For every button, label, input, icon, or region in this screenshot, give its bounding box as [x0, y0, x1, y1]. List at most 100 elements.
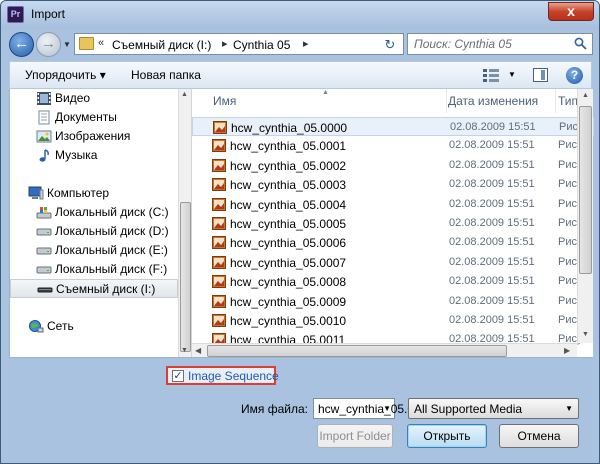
image-file-icon [212, 275, 226, 289]
sidebar-item-drive-c[interactable]: Локальный диск (C:) [10, 203, 178, 222]
filename-input[interactable]: hcw_cynthia_05.0000 ▼ [313, 398, 434, 419]
search-icon [574, 37, 587, 50]
file-list-horizontal-scrollbar[interactable]: ◀ ▶ [192, 343, 577, 357]
sidebar-item-label: Съемный диск (I:) [56, 282, 156, 296]
file-name: hcw_cynthia_05.0002 [230, 158, 347, 173]
sidebar-item-drive-i[interactable]: Съемный диск (I:) [10, 279, 178, 298]
scroll-up-arrow-icon[interactable]: ▲ [181, 91, 188, 98]
file-date: 02.08.2009 15:51 [449, 236, 535, 249]
file-row[interactable]: hcw_cynthia_05.0009 02.08.2009 15:51 Рису [192, 292, 594, 311]
sidebar-item-network[interactable]: Сеть [10, 317, 178, 336]
sidebar-item-drive-f[interactable]: Локальный диск (F:) [10, 260, 178, 279]
image-file-icon [212, 255, 226, 269]
file-row[interactable]: hcw_cynthia_05.0000 02.08.2009 15:51 Рису [192, 117, 594, 136]
file-row[interactable]: hcw_cynthia_05.0001 02.08.2009 15:51 Рису [192, 136, 594, 155]
file-row[interactable]: hcw_cynthia_05.0002 02.08.2009 15:51 Рису [192, 156, 594, 175]
breadcrumb-arrow-icon[interactable]: ▸ [303, 37, 309, 50]
breadcrumb-drive[interactable]: Съемный диск (I:) [112, 38, 211, 52]
search-placeholder: Поиск: Cynthia 05 [414, 37, 512, 51]
address-bar[interactable]: « Съемный диск (I:) ▸ Cynthia 05 ▸ ▼ [74, 33, 440, 55]
image-sequence-option[interactable]: ✓ Image Sequence [166, 366, 279, 385]
file-date: 02.08.2009 15:51 [449, 217, 535, 229]
scroll-left-arrow-icon[interactable]: ◀ [195, 346, 201, 355]
music-icon [39, 149, 49, 162]
open-button[interactable]: Открыть [407, 424, 487, 448]
file-row[interactable]: hcw_cynthia_05.0005 02.08.2009 15:51 Рису [192, 214, 594, 233]
title-bar[interactable]: Pr Import x [1, 1, 599, 29]
breadcrumb-folder[interactable]: Cynthia 05 [233, 38, 290, 52]
drive-icon [36, 247, 52, 255]
image-sequence-checkbox[interactable]: ✓ [172, 370, 184, 382]
system-drive-icon [36, 207, 52, 219]
sidebar-item-music[interactable]: Музыка [10, 146, 178, 165]
recent-locations-dropdown[interactable]: ▼ [63, 40, 71, 49]
close-button[interactable]: x [548, 2, 594, 21]
scroll-down-arrow-icon[interactable]: ▼ [582, 331, 589, 338]
forward-button[interactable]: → [36, 32, 61, 57]
window-title: Import [31, 7, 66, 21]
premiere-app-icon: Pr [7, 6, 24, 23]
image-file-icon [212, 314, 226, 327]
sidebar-item-label: Локальный диск (C:) [55, 205, 169, 219]
scroll-up-arrow-icon[interactable]: ▲ [582, 92, 589, 99]
navigation-pane-scrollbar[interactable]: ▲ ▼ [178, 89, 191, 357]
image-file-icon [212, 294, 226, 308]
view-dropdown-icon[interactable]: ▼ [508, 70, 516, 79]
sidebar-item-documents[interactable]: Документы [10, 108, 178, 127]
folder-icon [79, 37, 94, 50]
sidebar-item-computer[interactable]: Компьютер [10, 184, 178, 203]
sidebar-item-label: Видео [55, 91, 91, 105]
column-header-name[interactable]: Имя [213, 89, 447, 113]
cancel-button[interactable]: Отмена [499, 424, 579, 448]
organize-button[interactable]: Упорядочить ▾ [25, 68, 106, 82]
file-row[interactable]: hcw_cynthia_05.0008 02.08.2009 15:51 Рису [192, 272, 594, 291]
import-dialog: Pr Import x ← → ▼ « Съемный диск (I:) ▸ … [0, 0, 600, 464]
file-date: 02.08.2009 15:51 [449, 139, 535, 152]
sidebar-item-drive-d[interactable]: Локальный диск (D:) [10, 222, 178, 241]
preview-pane-icon[interactable] [533, 68, 548, 82]
new-folder-button[interactable]: Новая папка [131, 68, 201, 82]
sidebar-item-video[interactable]: Видео [10, 89, 178, 108]
file-row[interactable]: hcw_cynthia_05.0003 02.08.2009 15:51 Рису [192, 175, 594, 194]
scroll-down-arrow-icon[interactable]: ▼ [181, 347, 188, 354]
scrollbar-thumb[interactable] [579, 106, 592, 274]
search-input[interactable]: Поиск: Cynthia 05 [407, 33, 593, 55]
address-overflow-chevron[interactable]: « [98, 37, 104, 49]
computer-icon [28, 186, 44, 200]
column-header-date[interactable]: Дата изменения [448, 89, 556, 113]
file-row[interactable]: hcw_cynthia_05.0006 02.08.2009 15:51 Рису [192, 233, 594, 252]
refresh-button[interactable]: ↻ [379, 35, 401, 55]
file-row[interactable]: hcw_cynthia_05.0004 02.08.2009 15:51 Рису [192, 195, 594, 214]
filename-label: Имя файла: [241, 402, 308, 416]
file-name: hcw_cynthia_05.0005 [230, 217, 347, 231]
file-date: 02.08.2009 15:51 [449, 294, 535, 307]
sidebar-item-label: Локальный диск (E:) [55, 243, 168, 257]
scrollbar-thumb[interactable] [180, 202, 191, 352]
image-sequence-label[interactable]: Image Sequence [188, 369, 279, 383]
file-type-value: All Supported Media [414, 402, 523, 416]
file-name: hcw_cynthia_05.0003 [230, 178, 347, 193]
scrollbar-thumb[interactable] [207, 345, 507, 357]
sidebar-item-label: Сеть [47, 319, 74, 333]
file-type-select[interactable]: All Supported Media ▼ [408, 398, 579, 419]
sidebar-item-drive-e[interactable]: Локальный диск (E:) [10, 241, 178, 260]
file-name: hcw_cynthia_05.0010 [230, 314, 347, 328]
navigation-pane: Видео Документы Изображения Музыка Компь… [10, 89, 191, 357]
image-file-icon [212, 139, 226, 153]
sidebar-item-images[interactable]: Изображения [10, 127, 178, 146]
import-folder-button[interactable]: Import Folder [317, 424, 393, 448]
sidebar-item-label: Музыка [55, 148, 98, 162]
file-row[interactable]: hcw_cynthia_05.0007 02.08.2009 15:51 Рису [192, 253, 594, 272]
scroll-right-arrow-icon[interactable]: ▶ [564, 346, 570, 355]
images-icon [36, 130, 52, 143]
column-header-type[interactable]: Тип [558, 89, 578, 113]
filename-dropdown-icon[interactable]: ▼ [383, 404, 391, 413]
breadcrumb-arrow-icon[interactable]: ▸ [222, 37, 228, 50]
file-row[interactable]: hcw_cynthia_05.0010 02.08.2009 15:51 Рису [192, 311, 594, 330]
view-options-icon[interactable] [483, 69, 499, 82]
back-button[interactable]: ← [9, 32, 34, 57]
file-list-vertical-scrollbar[interactable]: ▲ ▼ [577, 89, 593, 343]
help-icon[interactable]: ? [566, 67, 583, 84]
content-area: Видео Документы Изображения Музыка Компь… [9, 89, 594, 358]
image-file-icon [213, 121, 227, 134]
